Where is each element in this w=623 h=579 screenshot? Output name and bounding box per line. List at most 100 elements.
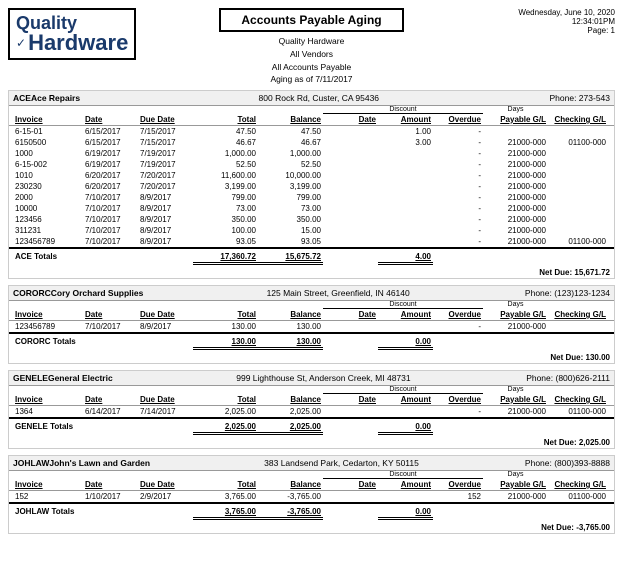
table-cell: 1364 <box>13 406 83 417</box>
table-cell: 6/19/2017 <box>83 159 138 170</box>
col-header: Payable G/L <box>483 114 548 125</box>
table-cell: 7/19/2017 <box>138 148 193 159</box>
table-cell: 6-15-01 <box>13 126 83 137</box>
table-cell: 21000-000 <box>483 491 548 502</box>
table-cell <box>548 181 608 192</box>
col-header: Invoice <box>13 394 83 405</box>
table-cell <box>323 170 378 181</box>
vendor-name: Ace Repairs <box>31 93 80 103</box>
vendor-phone: Phone: 273-543 <box>550 93 611 103</box>
table-cell: 6/15/2017 <box>83 126 138 137</box>
vendor-phone: Phone: (800)393-8888 <box>525 458 610 468</box>
totals-row: GENELE Totals2,025.002,025.000.00 <box>9 417 614 437</box>
table-cell: - <box>433 148 483 159</box>
vendor-section: JOHLAW John's Lawn and Garden 383 Landse… <box>8 455 615 534</box>
subtitle-line1: Quality Hardware <box>138 35 485 48</box>
table-cell: 6-15-002 <box>13 159 83 170</box>
table-cell <box>323 491 378 502</box>
column-headers: InvoiceDateDue DateTotalBalanceDateAmoun… <box>9 394 614 406</box>
table-cell <box>378 170 433 181</box>
discount-label: Discount <box>323 386 483 394</box>
column-headers: InvoiceDateDue DateTotalBalanceDateAmoun… <box>9 114 614 126</box>
table-cell <box>548 192 608 203</box>
total-cell <box>433 251 483 265</box>
net-due-value: 130.00 <box>586 353 610 362</box>
col-header: Date <box>83 394 138 405</box>
table-cell: 21000-000 <box>483 203 548 214</box>
table-row: 1234567897/10/20178/9/201793.0593.05-210… <box>9 236 614 247</box>
table-cell: 7/10/2017 <box>83 225 138 236</box>
vendor-section: GENELE General Electric 999 Lighthouse S… <box>8 370 615 449</box>
totals-row: JOHLAW Totals3,765.00-3,765.000.00 <box>9 502 614 522</box>
total-cell <box>323 421 378 435</box>
table-cell: 73.00 <box>193 203 258 214</box>
table-cell: 152 <box>13 491 83 502</box>
table-cell: 130.00 <box>193 321 258 332</box>
table-cell: 21000-000 <box>483 406 548 417</box>
table-cell: 21000-000 <box>483 225 548 236</box>
total-cell <box>483 251 548 265</box>
table-cell: 2/9/2017 <box>138 491 193 502</box>
table-cell: 21000-000 <box>483 236 548 247</box>
table-cell <box>378 236 433 247</box>
table-cell <box>548 170 608 181</box>
table-cell <box>378 225 433 236</box>
net-due-row: Net Due: 2,025.00 <box>9 437 614 448</box>
table-cell: 01100-000 <box>548 406 608 417</box>
col-header: Invoice <box>13 114 83 125</box>
table-cell: 21000-000 <box>483 137 548 148</box>
table-cell: 15.00 <box>258 225 323 236</box>
table-cell <box>548 148 608 159</box>
report-header: Quality ✓ Hardware Accounts Payable Agin… <box>8 8 615 86</box>
col-header: Checking G/L <box>548 479 608 490</box>
total-cell <box>323 336 378 350</box>
table-cell: 93.05 <box>193 236 258 247</box>
total-cell: 2,025.00 <box>193 421 258 435</box>
col-header: Amount <box>378 309 433 320</box>
table-cell: 7/10/2017 <box>83 236 138 247</box>
table-cell: 350.00 <box>258 214 323 225</box>
report-subtitle: Quality Hardware All Vendors All Account… <box>138 35 485 86</box>
vendor-header: ACE Ace Repairs 800 Rock Rd, Custer, CA … <box>9 91 614 106</box>
subtitle-line3: All Accounts Payable <box>138 61 485 74</box>
table-cell <box>323 214 378 225</box>
net-due-value: 15,671.72 <box>574 268 610 277</box>
days-label: Days <box>483 301 548 309</box>
bracket-row: Discount Days <box>9 301 614 309</box>
table-cell: 3,199.00 <box>258 181 323 192</box>
total-cell: 4.00 <box>378 251 433 265</box>
vendor-address: 125 Main Street, Greenfield, IN 46140 <box>151 288 525 298</box>
totals-row: CORORC Totals130.00130.000.00 <box>9 332 614 352</box>
col-header: Due Date <box>138 309 193 320</box>
table-cell: 8/9/2017 <box>138 236 193 247</box>
table-row: 6-15-0026/19/20177/19/201752.5052.50-210… <box>9 159 614 170</box>
table-cell: 1.00 <box>378 126 433 137</box>
total-cell: 0.00 <box>378 421 433 435</box>
table-cell: 47.50 <box>258 126 323 137</box>
vendor-id: JOHLAW <box>13 458 49 468</box>
total-cell <box>433 421 483 435</box>
table-cell <box>323 137 378 148</box>
days-label: Days <box>483 106 548 114</box>
table-cell <box>548 225 608 236</box>
total-cell: 130.00 <box>193 336 258 350</box>
col-header: Checking G/L <box>548 394 608 405</box>
discount-label: Discount <box>323 301 483 309</box>
table-cell: 1,000.00 <box>193 148 258 159</box>
table-cell: - <box>433 236 483 247</box>
col-header: Overdue <box>433 479 483 490</box>
date-line1: Wednesday, June 10, 2020 <box>485 8 615 17</box>
table-cell <box>323 406 378 417</box>
table-cell: 21000-000 <box>483 159 548 170</box>
col-header: Invoice <box>13 479 83 490</box>
table-cell: - <box>433 181 483 192</box>
table-cell: 21000-000 <box>483 321 548 332</box>
table-cell: -3,765.00 <box>258 491 323 502</box>
total-cell <box>548 251 608 265</box>
table-cell: 2,025.00 <box>193 406 258 417</box>
total-cell <box>138 421 193 435</box>
total-cell: 0.00 <box>378 506 433 520</box>
table-cell <box>378 491 433 502</box>
discount-label: Discount <box>323 106 483 114</box>
table-cell <box>323 181 378 192</box>
